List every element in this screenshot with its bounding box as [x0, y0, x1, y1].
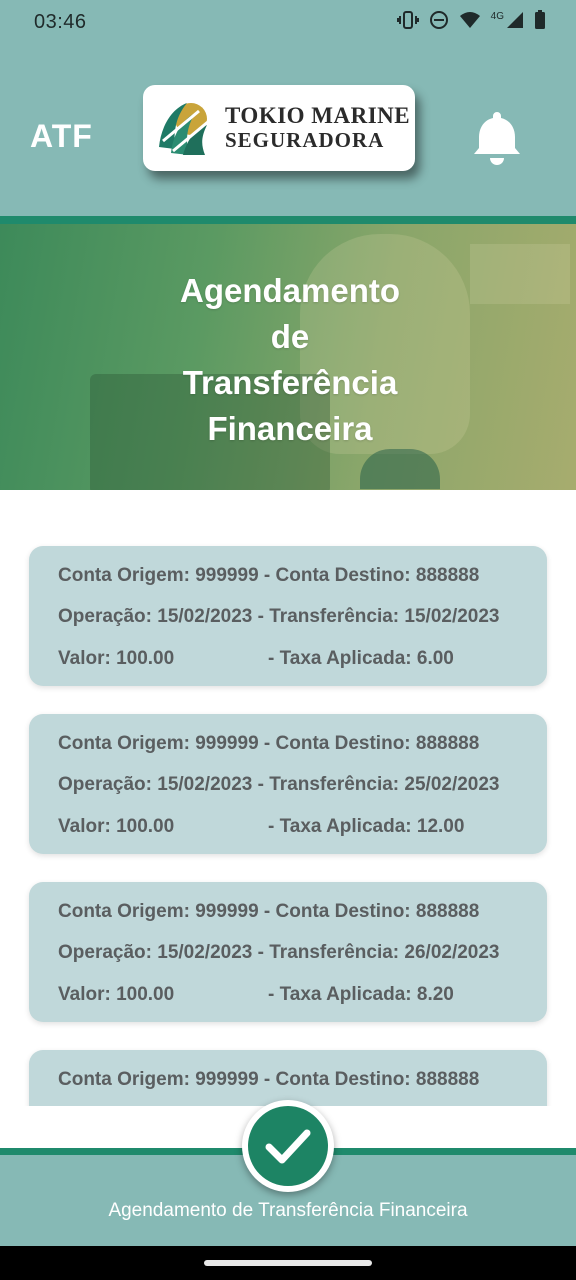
tokio-marine-logo-mark-icon [159, 103, 210, 155]
banner-title-line: Agendamento [179, 272, 400, 309]
transfer-card[interactable]: Conta Origem: 999999 - Conta Destino: 88… [29, 882, 547, 1022]
cell-signal-icon [506, 11, 524, 34]
logo-line-1: TOKIO MARINE [225, 103, 411, 128]
transfer-dates: Operação: 15/02/2023 - Transferência: 26… [58, 942, 500, 963]
bottom-label: Agendamento de Transferência Financeira [108, 1200, 468, 1221]
transfer-accounts: Conta Origem: 999999 - Conta Destino: 88… [58, 733, 480, 754]
banner-title-line: Financeira [207, 410, 373, 447]
system-nav-bar [0, 1246, 576, 1280]
app-abbreviation: ATF [30, 118, 93, 154]
transfer-value: Valor: 100.00 [58, 648, 175, 669]
transfer-value: Valor: 100.00 [58, 816, 175, 837]
transfer-accounts: Conta Origem: 999999 - Conta Destino: 88… [58, 1069, 480, 1090]
banner-photo-shape [470, 244, 570, 304]
transfer-fee: - Taxa Aplicada: 8.20 [268, 984, 454, 1005]
banner-title-line: Transferência [182, 364, 398, 401]
app-top-area: 03:46 4G ATF TOKIO MARINE SEGURADORA [0, 0, 576, 216]
transfer-fee: - Taxa Aplicada: 6.00 [268, 648, 454, 669]
transfer-fee: - Taxa Aplicada: 12.00 [268, 816, 465, 837]
transfer-card[interactable]: Conta Origem: 999999 - Conta Destino: 88… [29, 1050, 547, 1106]
transfer-accounts: Conta Origem: 999999 - Conta Destino: 88… [58, 565, 480, 586]
transfer-accounts: Conta Origem: 999999 - Conta Destino: 88… [58, 901, 480, 922]
banner-title: Agendamento de Transferência Financeira [120, 268, 460, 452]
transfer-value: Valor: 100.00 [58, 984, 175, 1005]
header-divider [0, 216, 576, 224]
wifi-icon [459, 11, 481, 34]
battery-icon [534, 10, 546, 35]
confirm-button[interactable] [242, 1100, 334, 1192]
checkmark-icon [265, 1129, 311, 1164]
transfer-card[interactable]: Conta Origem: 999999 - Conta Destino: 88… [29, 714, 547, 854]
status-icons: 4G [396, 10, 546, 35]
transfer-card[interactable]: Conta Origem: 999999 - Conta Destino: 88… [29, 546, 547, 686]
banner-photo-shape [360, 449, 440, 489]
status-bar: 03:46 4G [0, 0, 576, 44]
bell-icon[interactable] [472, 110, 522, 166]
network-type: 4G [490, 10, 504, 22]
hero-banner: Agendamento de Transferência Financeira [0, 224, 576, 490]
app-header: ATF TOKIO MARINE SEGURADORA [0, 44, 576, 216]
logo-line-2: SEGURADORA [225, 128, 385, 152]
transfer-list[interactable]: Conta Origem: 999999 - Conta Destino: 88… [0, 490, 576, 1106]
logo-text: TOKIO MARINE SEGURADORA [225, 103, 411, 153]
vibrate-icon [396, 10, 419, 35]
home-gesture-pill[interactable] [204, 1260, 372, 1266]
transfer-dates: Operação: 15/02/2023 - Transferência: 25… [58, 774, 500, 795]
status-time: 03:46 [34, 11, 87, 33]
confirm-button-inner [248, 1106, 328, 1186]
tokio-marine-logo: TOKIO MARINE SEGURADORA [143, 85, 415, 171]
banner-title-line: de [270, 318, 310, 355]
transfer-dates: Operação: 15/02/2023 - Transferência: 15… [58, 606, 500, 627]
do-not-disturb-icon [429, 10, 449, 35]
